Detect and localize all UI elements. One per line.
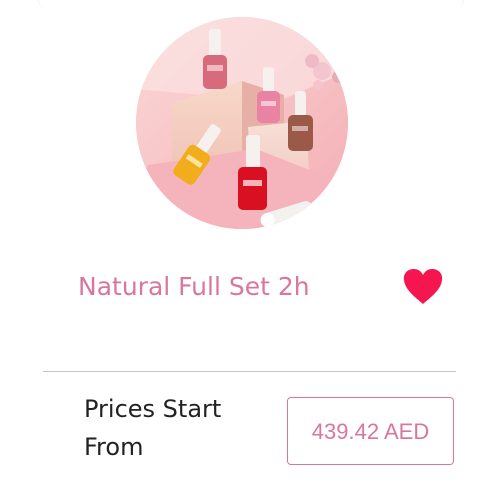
price-label: Prices Start From (84, 395, 222, 461)
favorite-button[interactable] (402, 268, 444, 306)
price-button[interactable]: 439.42 AED (287, 397, 454, 465)
product-image[interactable] (136, 17, 348, 229)
nail-polish-bottles-image (136, 17, 348, 229)
product-title: Natural Full Set 2h (78, 272, 310, 301)
heart-icon (403, 269, 443, 304)
section-divider (43, 371, 456, 372)
card-top-edge (38, 0, 464, 8)
product-card: Natural Full Set 2h Prices Start From 43… (0, 0, 500, 500)
